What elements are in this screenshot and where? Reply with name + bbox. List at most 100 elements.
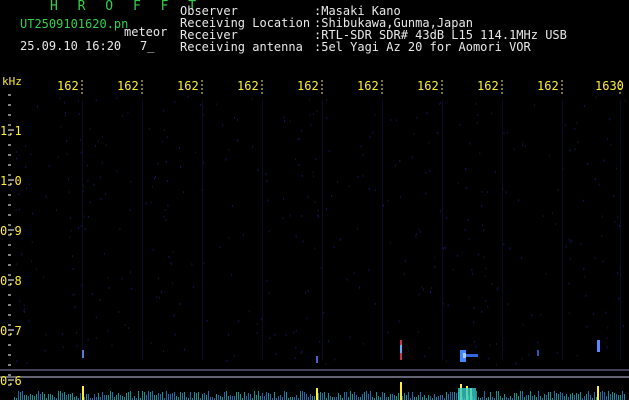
noise-speck bbox=[513, 148, 515, 151]
noise-speck bbox=[238, 320, 240, 323]
activity-bar bbox=[562, 393, 563, 400]
noise-speck bbox=[587, 162, 589, 165]
noise-speck bbox=[481, 190, 483, 193]
noise-speck bbox=[283, 116, 285, 119]
noise-speck bbox=[399, 196, 401, 199]
noise-speck bbox=[362, 342, 364, 345]
activity-bar bbox=[608, 391, 609, 400]
noise-speck bbox=[174, 101, 176, 104]
noise-speck bbox=[576, 354, 578, 357]
noise-speck bbox=[15, 151, 17, 153]
activity-bar bbox=[564, 396, 565, 400]
noise-speck bbox=[283, 197, 284, 200]
noise-speck bbox=[295, 235, 297, 238]
activity-bar bbox=[286, 392, 287, 400]
activity-bar bbox=[340, 395, 341, 400]
activity-bar bbox=[180, 392, 181, 400]
noise-speck bbox=[473, 307, 475, 310]
noise-speck bbox=[102, 135, 103, 138]
activity-bar bbox=[406, 395, 407, 400]
activity-bar bbox=[104, 395, 105, 400]
noise-speck bbox=[87, 215, 89, 218]
noise-speck bbox=[362, 174, 364, 177]
activity-bar bbox=[228, 396, 229, 400]
noise-speck bbox=[328, 340, 330, 343]
noise-speck bbox=[206, 319, 208, 322]
activity-bar bbox=[586, 394, 587, 400]
noise-speck bbox=[157, 277, 159, 280]
noise-streak bbox=[502, 100, 503, 360]
noise-speck bbox=[261, 318, 262, 321]
activity-bar bbox=[376, 392, 377, 400]
noise-speck bbox=[301, 129, 303, 132]
activity-bar bbox=[370, 391, 371, 400]
activity-bar bbox=[544, 394, 545, 400]
noise-speck bbox=[602, 260, 604, 263]
activity-bar bbox=[442, 395, 443, 400]
noise-streak bbox=[142, 100, 143, 360]
noise-speck bbox=[494, 171, 496, 174]
noise-speck bbox=[485, 267, 487, 270]
noise-speck bbox=[617, 216, 619, 219]
noise-speck bbox=[18, 208, 20, 211]
activity-bar bbox=[154, 395, 155, 400]
noise-speck bbox=[72, 268, 74, 270]
activity-bar bbox=[224, 392, 225, 400]
noise-speck bbox=[584, 275, 586, 278]
noise-speck bbox=[506, 131, 508, 134]
noise-speck bbox=[564, 124, 566, 127]
noise-speck bbox=[430, 291, 431, 293]
noise-speck bbox=[557, 189, 559, 191]
meteor-echo bbox=[463, 353, 466, 358]
noise-speck bbox=[576, 122, 578, 125]
activity-bar bbox=[424, 395, 425, 400]
noise-speck bbox=[179, 146, 180, 149]
noise-speck bbox=[64, 111, 66, 114]
noise-speck bbox=[495, 363, 497, 366]
y-tick-label: 0.7 bbox=[0, 324, 22, 338]
activity-bar bbox=[176, 396, 177, 400]
noise-speck bbox=[200, 104, 202, 106]
noise-speck bbox=[152, 248, 154, 251]
noise-speck bbox=[374, 302, 376, 305]
x-tick-label: 162 bbox=[357, 79, 379, 93]
noise-speck bbox=[569, 149, 571, 152]
noise-speck bbox=[534, 104, 535, 107]
noise-speck bbox=[157, 162, 159, 165]
noise-speck bbox=[491, 283, 493, 286]
noise-speck bbox=[372, 131, 374, 134]
noise-speck bbox=[119, 228, 121, 230]
activity-bar bbox=[58, 391, 59, 400]
activity-bar bbox=[408, 392, 409, 400]
noise-speck bbox=[315, 158, 317, 161]
noise-speck bbox=[267, 199, 269, 202]
noise-speck bbox=[601, 215, 603, 218]
activity-bar bbox=[268, 393, 269, 400]
noise-speck bbox=[313, 175, 315, 178]
y-tick-label: 0.6 bbox=[0, 374, 22, 388]
noise-speck bbox=[129, 209, 131, 212]
noise-speck bbox=[251, 97, 253, 100]
noise-speck bbox=[165, 219, 167, 222]
noise-speck bbox=[555, 223, 557, 226]
noise-speck bbox=[301, 215, 303, 217]
activity-bar bbox=[150, 392, 151, 400]
noise-speck bbox=[349, 336, 351, 339]
activity-bar bbox=[566, 394, 567, 400]
noise-speck bbox=[613, 195, 615, 198]
noise-speck bbox=[130, 271, 131, 274]
noise-speck bbox=[471, 268, 473, 271]
noise-speck bbox=[431, 286, 433, 289]
noise-speck bbox=[317, 209, 319, 212]
noise-speck bbox=[507, 303, 509, 306]
noise-speck bbox=[574, 148, 576, 151]
noise-speck bbox=[309, 113, 311, 116]
noise-streak bbox=[620, 100, 621, 360]
noise-speck bbox=[419, 231, 421, 233]
noise-speck bbox=[72, 255, 73, 258]
activity-bar bbox=[510, 396, 511, 400]
activity-bar bbox=[240, 394, 241, 400]
noise-speck bbox=[415, 233, 417, 236]
noise-speck bbox=[606, 138, 608, 141]
noise-speck bbox=[483, 256, 485, 259]
